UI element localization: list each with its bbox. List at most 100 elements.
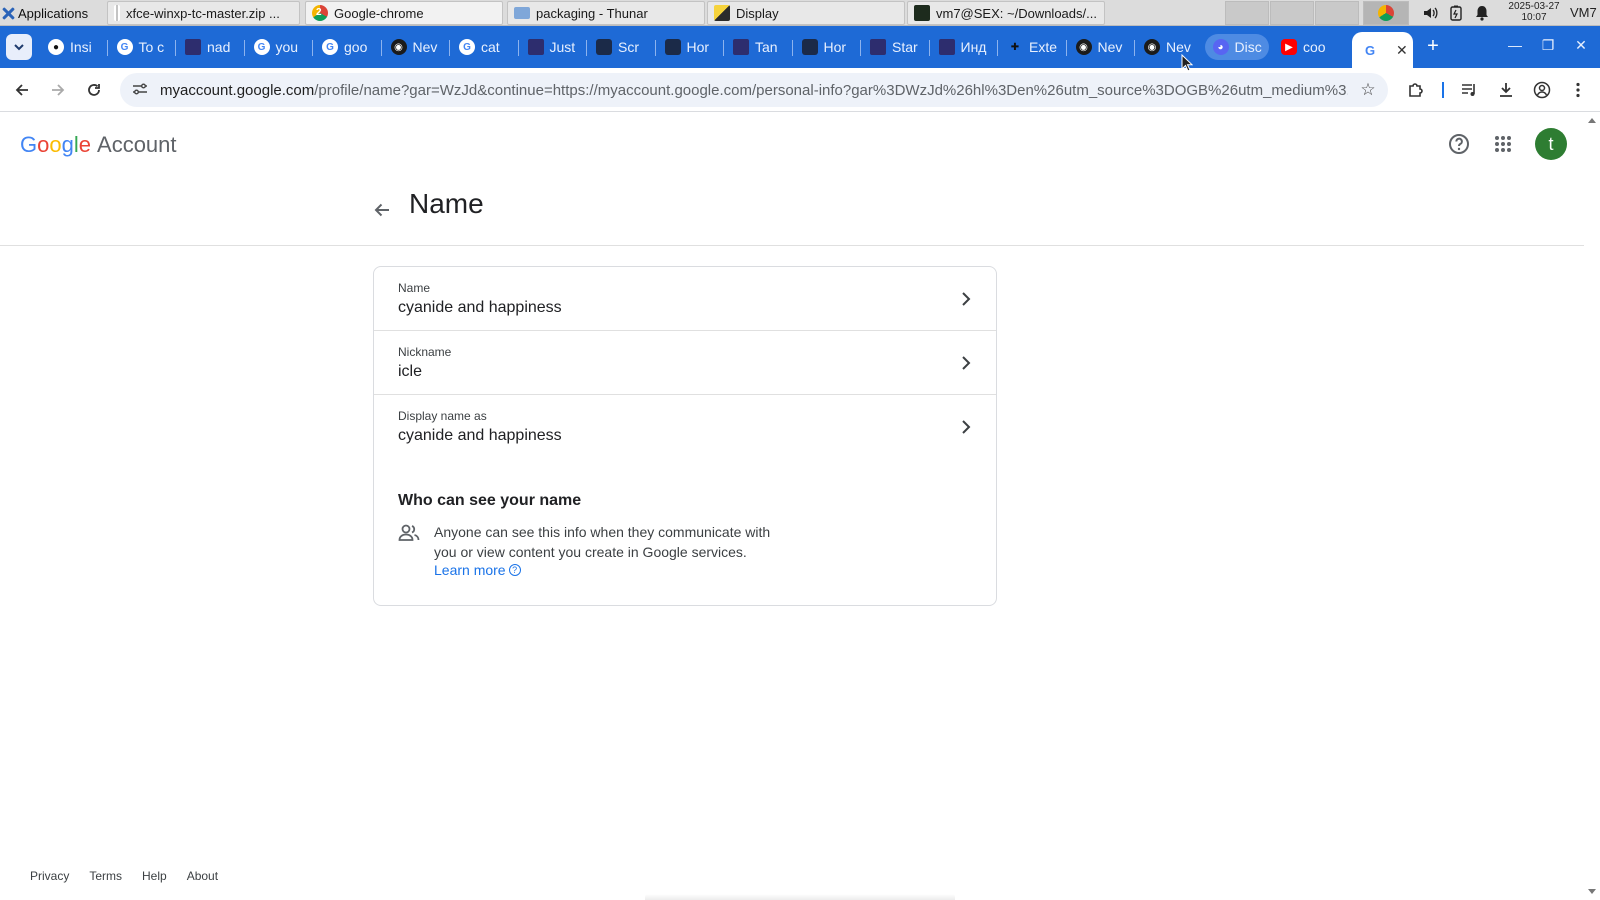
scroll-down-arrow-icon[interactable] bbox=[1588, 889, 1596, 894]
more-menu-icon[interactable] bbox=[1564, 76, 1592, 104]
browser-tab[interactable]: Hor bbox=[657, 34, 722, 60]
display-name-row[interactable]: Display name as cyanide and happiness bbox=[374, 395, 996, 459]
tab-label: Hor bbox=[686, 39, 710, 55]
site-icon bbox=[185, 39, 201, 55]
workspace-1[interactable] bbox=[1225, 1, 1269, 25]
footer-terms-link[interactable]: Terms bbox=[89, 869, 122, 883]
google-letter: o bbox=[37, 132, 50, 157]
google-icon: G bbox=[459, 39, 475, 55]
browser-tab[interactable]: ◕ Disc bbox=[1204, 34, 1269, 60]
help-circle-icon: ? bbox=[508, 564, 521, 576]
notification-bell-icon[interactable] bbox=[1472, 3, 1492, 23]
url-text[interactable]: myaccount.google.com/profile/name?gar=Wz… bbox=[160, 82, 1348, 99]
extensions-puzzle-icon[interactable] bbox=[1402, 76, 1430, 104]
learn-more-label: Learn more bbox=[434, 562, 506, 578]
arrow-left-icon bbox=[15, 84, 28, 96]
browser-tab[interactable]: Hor bbox=[794, 34, 859, 60]
tab-label: Nev bbox=[1097, 39, 1123, 55]
close-window-icon[interactable]: ✕ bbox=[1571, 37, 1591, 57]
forward-button[interactable] bbox=[44, 76, 72, 104]
taskbar-item-chrome[interactable]: 2 Google-chrome bbox=[305, 1, 503, 25]
tab-separator bbox=[791, 40, 793, 56]
browser-tab[interactable]: Tan bbox=[725, 34, 790, 60]
learn-more-link[interactable]: Learn more ? bbox=[434, 562, 521, 578]
workspace-3[interactable] bbox=[1315, 1, 1359, 25]
new-tab-button[interactable]: + bbox=[1422, 36, 1444, 58]
workspace-4[interactable] bbox=[1363, 1, 1409, 25]
browser-tab[interactable]: G To c bbox=[109, 34, 174, 60]
tab-google-account-active[interactable]: G ✕ bbox=[1352, 32, 1413, 68]
browser-tab-strip: ● Insi G To c nad Gyou Ggoo ◉ Nev Gcat Just Scr Hor T… bbox=[0, 26, 1600, 68]
downloads-icon[interactable] bbox=[1492, 76, 1520, 104]
site-info-icon[interactable] bbox=[120, 82, 160, 99]
tab-label: Nev bbox=[1166, 39, 1191, 55]
applications-menu-button[interactable]: Applications bbox=[2, 3, 88, 23]
url-path: /profile/name?gar=WzJd&continue=https://… bbox=[314, 81, 1348, 99]
tab-separator bbox=[380, 40, 382, 56]
xfce-logo-icon bbox=[2, 7, 15, 20]
browser-tab[interactable]: ● Insi bbox=[40, 34, 105, 60]
footer-privacy-link[interactable]: Privacy bbox=[30, 869, 69, 883]
help-icon[interactable] bbox=[1443, 128, 1475, 160]
google-icon: G bbox=[116, 39, 133, 55]
browser-tab[interactable]: Star bbox=[862, 34, 927, 60]
battery-icon[interactable] bbox=[1446, 3, 1466, 23]
browser-tab[interactable]: nad bbox=[177, 34, 242, 60]
browser-tab[interactable]: ◉ Nev bbox=[1068, 34, 1133, 60]
name-row[interactable]: Name cyanide and happiness bbox=[374, 267, 996, 331]
profile-icon[interactable] bbox=[1528, 76, 1556, 104]
terminal-icon bbox=[914, 5, 930, 21]
tab-separator bbox=[1134, 40, 1135, 56]
reload-icon bbox=[88, 84, 100, 96]
footer-about-link[interactable]: About bbox=[187, 869, 218, 883]
back-arrow-icon[interactable] bbox=[368, 196, 396, 224]
account-avatar[interactable]: t bbox=[1535, 128, 1567, 160]
browser-tab[interactable]: Gyou bbox=[246, 34, 311, 60]
tab-label: nad bbox=[207, 39, 231, 55]
browser-tab[interactable]: ✚ Exte bbox=[999, 34, 1064, 60]
globe-icon: ◉ bbox=[1075, 39, 1092, 55]
bottom-bar-shadow bbox=[645, 894, 955, 900]
volume-icon[interactable] bbox=[1420, 3, 1440, 23]
taskbar-item-terminal[interactable]: vm7@SEX: ~/Downloads/... bbox=[907, 1, 1105, 25]
tab-label: coo bbox=[1303, 39, 1326, 55]
workspace-2[interactable] bbox=[1270, 1, 1314, 25]
taskbar-item-zip[interactable]: xfce-winxp-tc-master.zip ... bbox=[107, 1, 300, 25]
nickname-row[interactable]: Nickname icle bbox=[374, 331, 996, 395]
browser-tab[interactable]: Инд bbox=[931, 34, 996, 60]
bookmark-star-icon[interactable]: ☆ bbox=[1348, 80, 1388, 100]
tab-close-icon[interactable]: ✕ bbox=[1396, 42, 1408, 59]
google-account-logo[interactable]: Google Account bbox=[20, 132, 177, 158]
system-clock[interactable]: 2025-03-27 10:07 bbox=[1505, 1, 1563, 23]
archive-icon bbox=[114, 5, 120, 21]
apps-grid-icon[interactable] bbox=[1487, 128, 1519, 160]
tab-label: Nev bbox=[412, 39, 438, 55]
minimize-window-icon[interactable]: — bbox=[1505, 37, 1525, 57]
row-value: cyanide and happiness bbox=[398, 299, 562, 316]
taskbar-item-thunar[interactable]: packaging - Thunar bbox=[507, 1, 705, 25]
address-bar[interactable]: myaccount.google.com/profile/name?gar=Wz… bbox=[120, 73, 1388, 107]
chrome-icon: 2 bbox=[312, 5, 328, 21]
restore-window-icon[interactable]: ❐ bbox=[1538, 37, 1558, 57]
browser-tab[interactable]: Scr bbox=[588, 34, 653, 60]
reload-button[interactable] bbox=[80, 76, 108, 104]
site-icon bbox=[938, 39, 955, 55]
tab-separator bbox=[449, 40, 450, 56]
taskbar-item-display[interactable]: Display bbox=[707, 1, 905, 25]
browser-tab[interactable]: ▶ coo bbox=[1273, 34, 1338, 60]
tab-search-button[interactable] bbox=[6, 34, 32, 60]
browser-tab[interactable]: ◉ Nev bbox=[383, 34, 448, 60]
browser-tab[interactable]: Just bbox=[520, 34, 585, 60]
browser-tab[interactable]: Ggoo bbox=[314, 34, 379, 60]
mouse-cursor-icon bbox=[1181, 54, 1193, 72]
scroll-up-arrow-icon[interactable] bbox=[1588, 118, 1596, 123]
browser-tab[interactable]: Gcat bbox=[451, 34, 516, 60]
os-taskbar: Applications xfce-winxp-tc-master.zip ..… bbox=[0, 0, 1600, 26]
browser-toolbar: myaccount.google.com/profile/name?gar=Wz… bbox=[0, 68, 1600, 112]
back-button[interactable] bbox=[8, 76, 36, 104]
google-account-header: Google Account t bbox=[0, 112, 1584, 176]
page-scrollbar[interactable] bbox=[1584, 112, 1600, 900]
tab-label: Hor bbox=[823, 39, 847, 55]
footer-help-link[interactable]: Help bbox=[142, 869, 167, 883]
media-control-icon[interactable] bbox=[1456, 76, 1484, 104]
